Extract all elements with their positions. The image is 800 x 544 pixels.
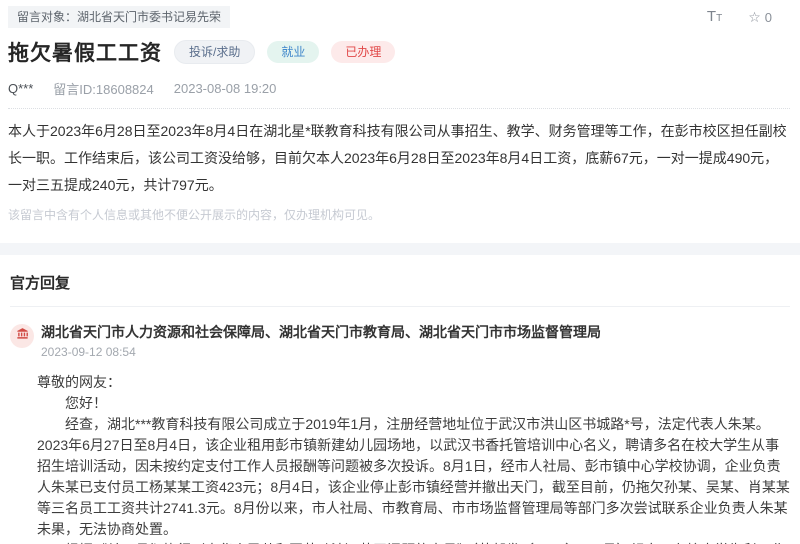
reply-paragraph: 根据《关于贯彻执行〈中华人民共和国劳动法〉若干问题的意见》（劳部发〔1995〕3… xyxy=(37,540,790,544)
message-meta: Q*** 留言ID:18608824 2023-08-08 19:20 xyxy=(8,79,790,108)
font-size-icon: T xyxy=(706,8,717,25)
tag-category: 投诉/求助 xyxy=(174,40,256,64)
dotted-divider xyxy=(8,108,790,109)
article-toolbar: TT ☆ 0 xyxy=(707,6,790,26)
author-name: Q*** xyxy=(8,81,34,96)
reply-paragraph: 尊敬的网友： xyxy=(37,374,121,390)
reply-paragraph: 您好！ xyxy=(65,395,107,411)
tag-field: 就业 xyxy=(267,41,320,63)
star-icon: ☆ xyxy=(748,8,761,25)
section-separator xyxy=(0,243,800,255)
reply-item: 湖北省天门市人力资源和社会保障局、湖北省天门市教育局、湖北省天门市市场监督管理局… xyxy=(10,307,790,544)
privacy-note: 该留言中含有个人信息或其他不便公开展示的内容，仅办理机构可见。 xyxy=(8,208,381,222)
reply-agency-name: 湖北省天门市人力资源和社会保障局、湖北省天门市教育局、湖北省天门市市场监督管理局 xyxy=(41,324,601,340)
avatar xyxy=(10,324,34,348)
favorite-count: 0 xyxy=(764,9,772,25)
font-size-button[interactable]: TT xyxy=(707,8,722,26)
status-badge: 已办理 xyxy=(331,41,396,63)
recipient-tag[interactable]: 留言对象：湖北省天门市委书记易先荣 xyxy=(8,6,231,28)
message-body: 本人于2023年6月28日至2023年8月4日在湖北星*联教育科技有限公司从事招… xyxy=(8,123,787,193)
government-building-icon xyxy=(16,327,29,345)
reply-datetime: 2023-09-12 08:54 xyxy=(41,345,136,359)
page-title: 拖欠暑假工工资 xyxy=(8,42,162,65)
message-card: 留言对象：湖北省天门市委书记易先荣 TT ☆ 0 拖欠暑假工工资 投诉/求助 就… xyxy=(0,0,800,223)
reply-body: 尊敬的网友： 您好！ 经查，湖北***教育科技有限公司成立于2019年1月，注册… xyxy=(37,372,790,544)
message-id: 留言ID:18608824 xyxy=(53,82,154,97)
official-reply-section: 官方回复 湖北省天门市人力资源和社会保障局、湖北省天门市教育局、湖北省天门市市场… xyxy=(0,255,800,544)
favorite-button[interactable]: ☆ 0 xyxy=(748,9,772,26)
reply-paragraph: 经查，湖北***教育科技有限公司成立于2019年1月，注册经营地址位于武汉市洪山… xyxy=(37,416,790,537)
reply-section-heading: 官方回复 xyxy=(10,275,71,292)
message-datetime: 2023-08-08 19:20 xyxy=(173,81,277,96)
